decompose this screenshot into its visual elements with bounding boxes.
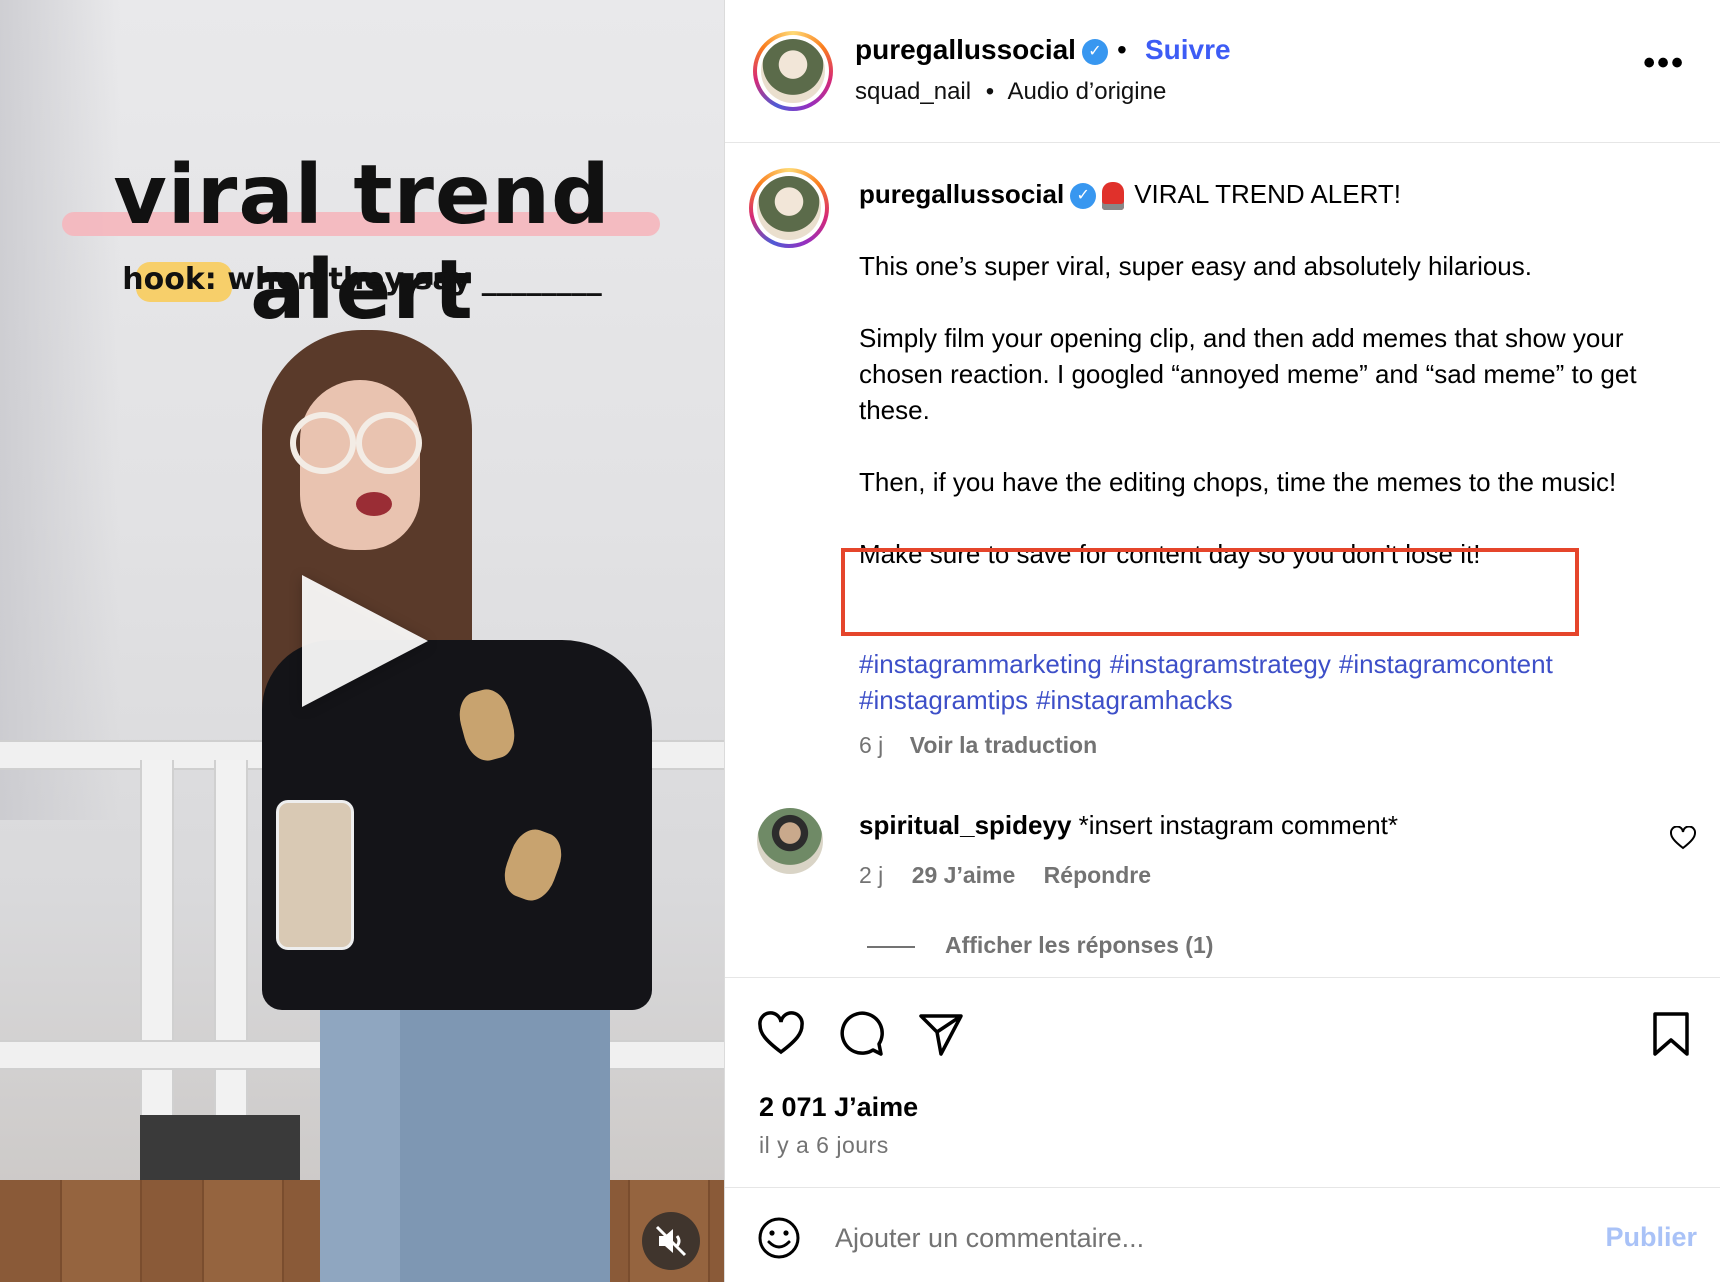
author-username-row[interactable]: puregallussocial ✓ [855,34,1108,66]
siren-emoji [1102,182,1125,211]
person-mouth [356,492,392,516]
translate-link[interactable]: Voir la traduction [910,732,1097,758]
comment-bar: Publier [725,1187,1720,1282]
more-icon[interactable]: ••• [1643,44,1685,83]
reply-button[interactable]: Répondre [1044,862,1151,888]
comment-text: *insert instagram comment* [1078,810,1398,840]
video-overlay-title: viral trend alert [113,148,611,338]
comment-meta: 2 j 29 J’aime Répondre [859,862,1151,889]
verified-icon: ✓ [1070,183,1097,210]
commenter-username[interactable]: spiritual_spideyy [859,810,1071,840]
comment-input[interactable] [835,1216,1535,1260]
hashtag-link[interactable]: #instagramcontent [1339,649,1553,679]
caption-meta: 6 j Voir la traduction [859,732,1097,759]
share-icon[interactable] [915,1008,967,1060]
highlight-annotation-box [841,548,1579,636]
wall-shadow [0,0,120,820]
audio-user[interactable]: squad_nail [855,78,971,105]
hashtag-link[interactable]: #instagramhacks [1036,685,1233,715]
mute-icon[interactable] [642,1212,700,1270]
post-date: il y a 6 jours [759,1132,889,1158]
reel-video[interactable]: viral trend alert hook: when they say __… [0,0,724,1282]
caption-paragraph: This one’s super viral, super easy and a… [859,251,1532,281]
glasses-right [356,412,422,474]
comment-likes[interactable]: 29 J’aime [912,862,1016,888]
view-replies-button[interactable]: Afficher les réponses (1) [867,932,1213,959]
hashtag-link[interactable]: #instagramstrategy [1110,649,1331,679]
separator-dot: • [1117,34,1127,65]
follow-button[interactable]: Suivre [1145,34,1231,66]
caption-username[interactable]: puregallussocial [859,179,1064,209]
coffee-cup [276,800,354,950]
emoji-icon[interactable] [757,1216,801,1260]
wall-vent [140,1115,300,1185]
post-header: puregallussocial ✓ • Suivre squad_nail • … [725,0,1720,143]
author-username[interactable]: puregallussocial [855,34,1076,65]
comment-icon[interactable] [835,1008,887,1060]
audio-info: squad_nail • Audio d’origine [855,78,1166,106]
replies-line [867,945,915,948]
heart-icon[interactable] [755,1008,807,1060]
hashtag-link[interactable]: #instagramtips [859,685,1028,715]
hashtag-list: #instagrammarketing #instagramstrategy #in… [859,646,1679,718]
likes-count[interactable]: 2 071 J’aime [759,1092,918,1123]
audio-label[interactable]: Audio d’origine [1008,78,1167,105]
caption-author-avatar[interactable] [749,168,829,248]
comment-like-icon[interactable] [1670,825,1696,857]
view-replies-label: Afficher les réponses (1) [945,932,1214,958]
caption-headline: VIRAL TREND ALERT! [1134,179,1402,209]
commenter-avatar[interactable] [757,808,823,874]
publish-button[interactable]: Publier [1605,1222,1697,1253]
caption-age: 6 j [859,732,884,758]
post-caption: puregallussocial ✓ VIRAL TREND ALERT! This… [859,176,1679,608]
glasses-left [290,412,356,474]
author-avatar[interactable] [753,31,833,111]
person-overalls-leg [400,980,610,1282]
hashtag-link[interactable]: #instagrammarketing [859,649,1102,679]
comment-age: 2 j [859,862,884,888]
audio-separator: • [985,78,995,105]
bookmark-icon[interactable] [1645,1008,1697,1060]
caption-paragraph: Simply film your opening clip, and then … [859,323,1637,425]
play-icon[interactable] [302,575,428,707]
comment: spiritual_spideyy *insert instagram comm… [859,810,1398,841]
verified-icon: ✓ [1081,38,1108,65]
action-bar: 2 071 J’aime il y a 6 jours [725,977,1720,1187]
post-panel: puregallussocial ✓ • Suivre squad_nail • … [724,0,1720,1282]
video-hook-line: hook: when they say ________ [122,262,602,297]
caption-paragraph: Then, if you have the editing chops, tim… [859,467,1617,497]
